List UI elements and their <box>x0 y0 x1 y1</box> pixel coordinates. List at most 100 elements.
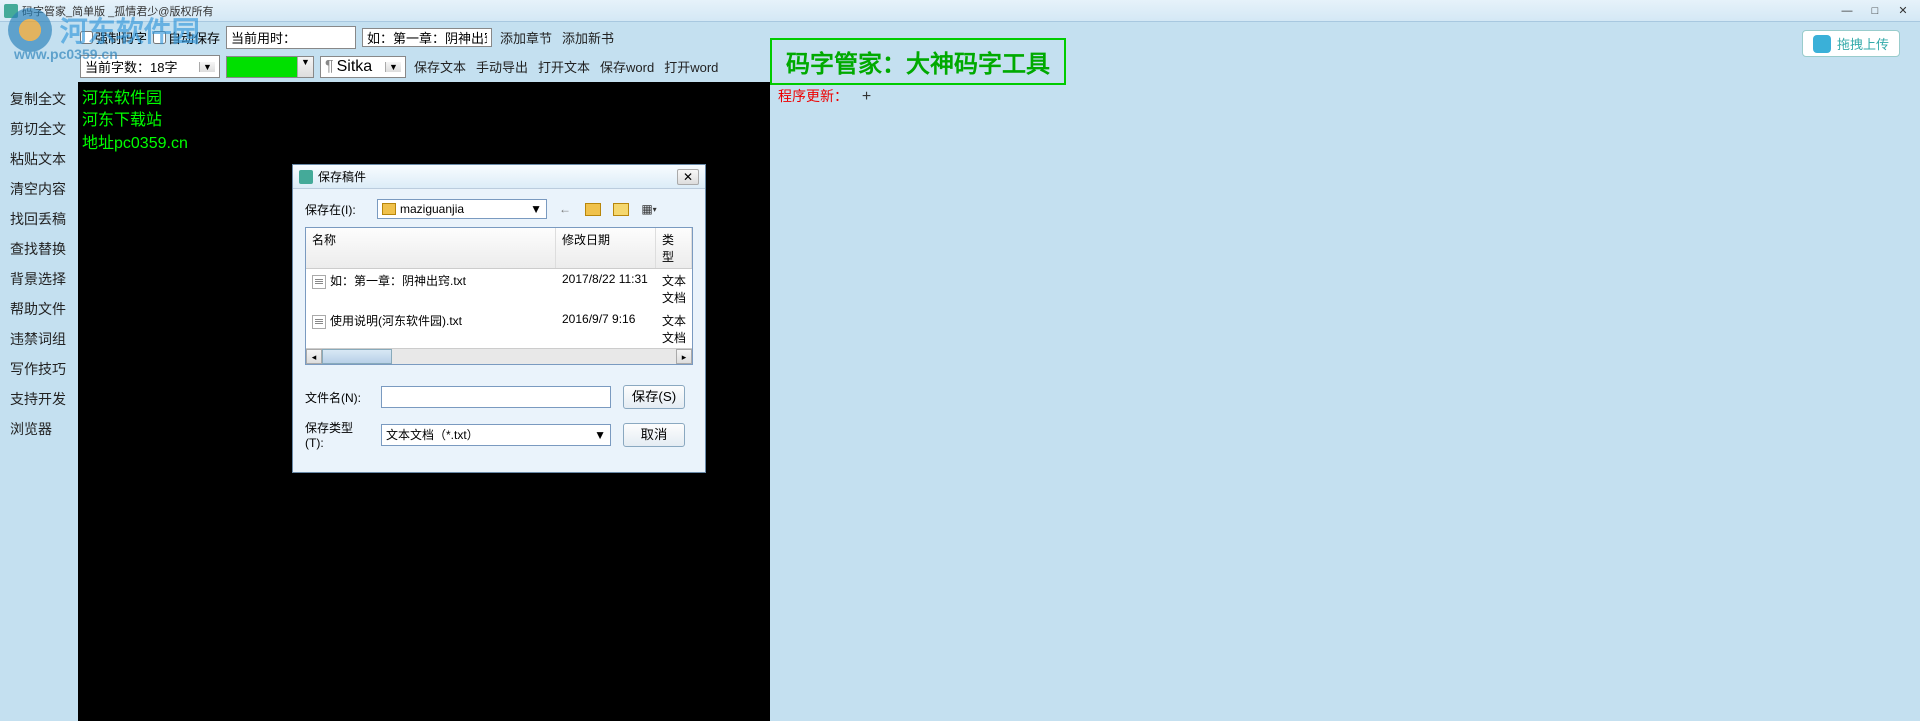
minimize-button[interactable]: — <box>1834 3 1860 19</box>
force-typing-label: 强制码字 <box>95 28 147 47</box>
font-selector[interactable]: ¶ Sitka ▼ <box>320 56 406 78</box>
sidebar-support[interactable]: 支持开发 <box>0 384 78 414</box>
font-name-text: Sitka <box>337 58 373 76</box>
dialog-icon <box>299 170 313 184</box>
sidebar-find-replace[interactable]: 查找替换 <box>0 234 78 264</box>
sidebar-browser[interactable]: 浏览器 <box>0 414 78 444</box>
text-file-icon <box>312 275 326 289</box>
nav-back-icon[interactable]: ← <box>555 199 575 219</box>
sidebar-writing-tips[interactable]: 写作技巧 <box>0 354 78 384</box>
drag-upload-widget[interactable]: 拖拽上传 <box>1802 30 1900 57</box>
maximize-button[interactable]: □ <box>1862 3 1888 19</box>
file-list-header: 名称 修改日期 类型 <box>306 228 692 269</box>
window-titlebar: 码字管家_简单版 _孤情君少@版权所有 — □ ✕ <box>0 0 1920 22</box>
expand-updates-button[interactable]: + <box>862 88 871 105</box>
editor-line: 河东下载站 <box>82 110 766 132</box>
font-dropdown-icon[interactable]: ▼ <box>385 62 401 72</box>
column-type[interactable]: 类型 <box>656 228 692 268</box>
save-file-dialog: 保存稿件 ✕ 保存在(I): maziguanjia ▼ ← ▦▾ 名称 修改日… <box>292 164 706 473</box>
save-in-label: 保存在(I): <box>305 201 369 218</box>
filetype-label: 保存类型(T): <box>305 419 369 450</box>
filetype-value: 文本文档（*.txt） <box>386 426 479 443</box>
save-text-button[interactable]: 保存文本 <box>412 57 468 76</box>
sidebar: 复制全文 剪切全文 粘贴文本 清空内容 找回丢稿 查找替换 背景选择 帮助文件 … <box>0 82 78 721</box>
sidebar-cut-all[interactable]: 剪切全文 <box>0 114 78 144</box>
file-name: 使用说明(河东软件园).txt <box>330 314 462 328</box>
word-count-display: 当前字数：18字 ▼ <box>80 55 220 78</box>
filename-input[interactable] <box>381 386 611 408</box>
add-book-button[interactable]: 添加新书 <box>560 28 616 47</box>
nav-new-folder-icon[interactable] <box>611 199 631 219</box>
add-chapter-button[interactable]: 添加章节 <box>498 28 554 47</box>
force-typing-input[interactable] <box>80 31 93 44</box>
file-date: 2016/9/7 9:16 <box>556 311 656 347</box>
file-type: 文本文档 <box>656 311 692 347</box>
app-icon <box>4 4 18 18</box>
close-button[interactable]: ✕ <box>1890 3 1916 19</box>
file-date: 2017/8/22 11:31 <box>556 271 656 307</box>
program-update-label: 程序更新： <box>778 88 848 104</box>
folder-dropdown-icon[interactable]: ▼ <box>530 202 542 216</box>
save-word-button[interactable]: 保存word <box>598 57 656 76</box>
chapter-example-input[interactable] <box>362 28 492 47</box>
dialog-body: 保存在(I): maziguanjia ▼ ← ▦▾ 名称 修改日期 类型 如：… <box>293 189 705 375</box>
cloud-upload-icon <box>1813 35 1831 53</box>
right-panel: 程序更新： + <box>770 82 1920 721</box>
filename-label: 文件名(N): <box>305 389 369 406</box>
editor-line: 地址pc0359.cn <box>82 133 766 155</box>
word-count-text: 当前字数：18字 <box>85 57 177 76</box>
file-list[interactable]: 名称 修改日期 类型 如：第一章：阴神出窍.txt 2017/8/22 11:3… <box>305 227 693 365</box>
column-date[interactable]: 修改日期 <box>556 228 656 268</box>
folder-icon <box>382 203 396 215</box>
text-color-picker[interactable]: ▼ <box>226 56 314 78</box>
editor-line: 河东软件园 <box>82 88 766 110</box>
scroll-right-button[interactable]: ▸ <box>676 349 692 364</box>
auto-save-input[interactable] <box>153 31 166 44</box>
filename-row: 文件名(N): 保存(S) <box>305 385 693 409</box>
open-word-button[interactable]: 打开word <box>662 57 720 76</box>
sidebar-help[interactable]: 帮助文件 <box>0 294 78 324</box>
save-button[interactable]: 保存(S) <box>623 385 685 409</box>
column-name[interactable]: 名称 <box>306 228 556 268</box>
force-typing-checkbox[interactable]: 强制码字 <box>80 28 147 47</box>
font-icon: ¶ <box>325 58 334 76</box>
sidebar-clear[interactable]: 清空内容 <box>0 174 78 204</box>
folder-selector[interactable]: maziguanjia ▼ <box>377 199 547 219</box>
save-location-row: 保存在(I): maziguanjia ▼ ← ▦▾ <box>305 199 693 219</box>
dialog-title-text: 保存稿件 <box>318 168 366 185</box>
filetype-row: 保存类型(T): 文本文档（*.txt） ▼ 取消 <box>305 419 693 450</box>
time-display: 当前用时： <box>226 26 356 49</box>
scroll-left-button[interactable]: ◂ <box>306 349 322 364</box>
sidebar-forbidden-words[interactable]: 违禁词组 <box>0 324 78 354</box>
auto-save-checkbox[interactable]: 自动保存 <box>153 28 220 47</box>
filetype-selector[interactable]: 文本文档（*.txt） ▼ <box>381 424 611 446</box>
nav-view-icon[interactable]: ▦▾ <box>639 199 659 219</box>
upload-label: 拖拽上传 <box>1837 34 1889 53</box>
word-count-dropdown-icon[interactable]: ▼ <box>199 62 215 72</box>
time-label: 当前用时： <box>231 31 296 46</box>
cancel-button[interactable]: 取消 <box>623 423 685 447</box>
sidebar-background[interactable]: 背景选择 <box>0 264 78 294</box>
main-area: 复制全文 剪切全文 粘贴文本 清空内容 找回丢稿 查找替换 背景选择 帮助文件 … <box>0 82 1920 721</box>
text-file-icon <box>312 315 326 329</box>
folder-name: maziguanjia <box>400 202 464 216</box>
dialog-close-button[interactable]: ✕ <box>677 169 699 185</box>
sidebar-paste[interactable]: 粘贴文本 <box>0 144 78 174</box>
file-row[interactable]: 使用说明(河东软件园).txt 2016/9/7 9:16 文本文档 <box>306 309 692 349</box>
auto-save-label: 自动保存 <box>168 28 220 47</box>
window-title: 码字管家_简单版 _孤情君少@版权所有 <box>22 3 213 19</box>
dialog-titlebar: 保存稿件 ✕ <box>293 165 705 189</box>
horizontal-scrollbar[interactable]: ◂ ▸ <box>306 348 692 364</box>
manual-export-button[interactable]: 手动导出 <box>474 57 530 76</box>
dialog-footer: 文件名(N): 保存(S) 保存类型(T): 文本文档（*.txt） ▼ 取消 <box>293 375 705 472</box>
nav-up-icon[interactable] <box>583 199 603 219</box>
file-row[interactable]: 如：第一章：阴神出窍.txt 2017/8/22 11:31 文本文档 <box>306 269 692 309</box>
app-banner: 码字管家：大神码字工具 <box>770 38 1066 85</box>
filetype-dropdown-icon[interactable]: ▼ <box>594 428 606 442</box>
sidebar-copy-all[interactable]: 复制全文 <box>0 84 78 114</box>
sidebar-recover[interactable]: 找回丢稿 <box>0 204 78 234</box>
color-dropdown-icon[interactable]: ▼ <box>297 57 313 77</box>
open-text-button[interactable]: 打开文本 <box>536 57 592 76</box>
scrollbar-thumb[interactable] <box>322 349 392 364</box>
file-type: 文本文档 <box>656 271 692 307</box>
